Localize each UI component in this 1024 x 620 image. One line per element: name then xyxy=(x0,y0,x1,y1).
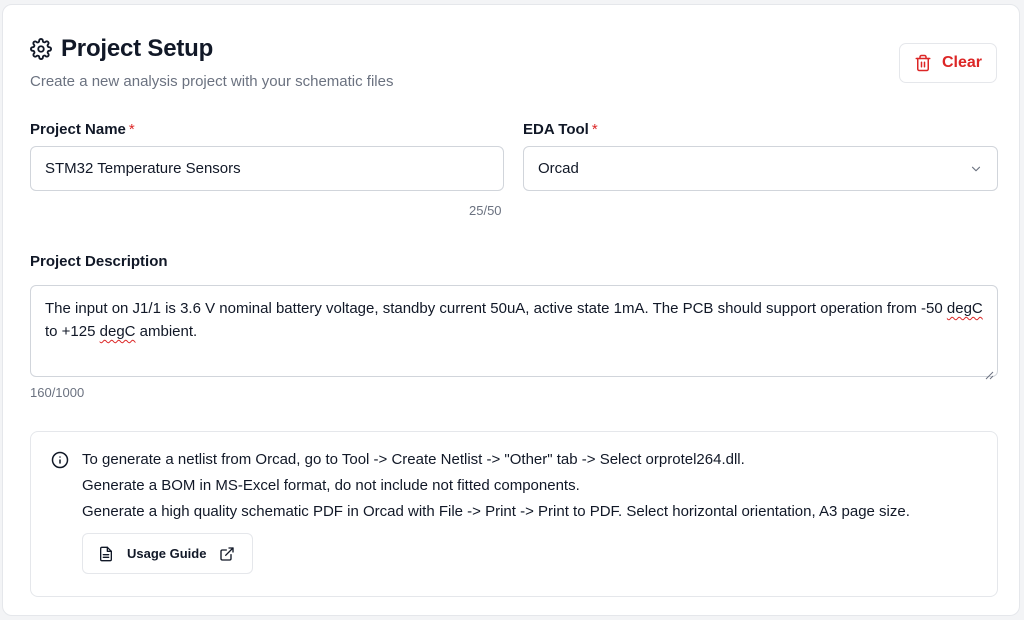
eda-tool-select[interactable]: Orcad xyxy=(523,146,998,191)
required-mark: * xyxy=(591,121,598,138)
external-link-icon xyxy=(219,546,235,562)
eda-tool-label-text: EDA Tool xyxy=(523,121,589,138)
info-circle-icon xyxy=(51,451,69,469)
page-title: Project Setup xyxy=(61,35,214,62)
description-counter: 160/1000 xyxy=(30,385,85,400)
info-line: To generate a netlist from Orcad, go to … xyxy=(82,451,745,468)
info-line: Generate a BOM in MS-Excel format, do no… xyxy=(82,477,580,494)
usage-guide-button[interactable]: Usage Guide xyxy=(82,533,253,574)
eda-tool-selected-value: Orcad xyxy=(538,160,579,177)
misspelled-word: degC xyxy=(946,300,983,317)
description-text-part2: to +125 xyxy=(45,323,100,340)
project-description-textarea[interactable]: The input on J1/1 is 3.6 V nominal batte… xyxy=(30,285,998,380)
description-text-part3: ambient. xyxy=(135,323,198,340)
required-mark: * xyxy=(128,121,135,138)
project-name-counter: 25/50 xyxy=(469,203,502,218)
eda-tool-label: EDA Tool * xyxy=(523,121,598,138)
title-row: Project Setup xyxy=(30,35,213,63)
chevron-down-icon xyxy=(969,162,983,176)
trash-icon xyxy=(914,54,932,72)
description-text-part1: The input on J1/1 is 3.6 V nominal batte… xyxy=(45,300,947,317)
gear-icon xyxy=(30,38,52,60)
clear-button[interactable]: Clear xyxy=(899,43,997,83)
clear-button-label: Clear xyxy=(941,54,983,71)
usage-guide-label: Usage Guide xyxy=(127,546,207,561)
project-name-label-text: Project Name xyxy=(30,121,126,138)
project-name-value: STM32 Temperature Sensors xyxy=(45,160,241,177)
info-line: Generate a high quality schematic PDF in… xyxy=(82,503,910,520)
project-name-label: Project Name * xyxy=(30,121,135,138)
netlist-info-box: To generate a netlist from Orcad, go to … xyxy=(30,431,998,597)
project-name-input[interactable]: STM32 Temperature Sensors xyxy=(30,146,504,191)
misspelled-word: degC xyxy=(99,323,136,340)
project-description-label: Project Description xyxy=(30,253,168,270)
page-subtitle: Create a new analysis project with your … xyxy=(30,73,394,90)
document-icon xyxy=(98,546,114,562)
project-setup-card: Project Setup Create a new analysis proj… xyxy=(2,4,1020,616)
resize-handle[interactable] xyxy=(985,364,994,380)
